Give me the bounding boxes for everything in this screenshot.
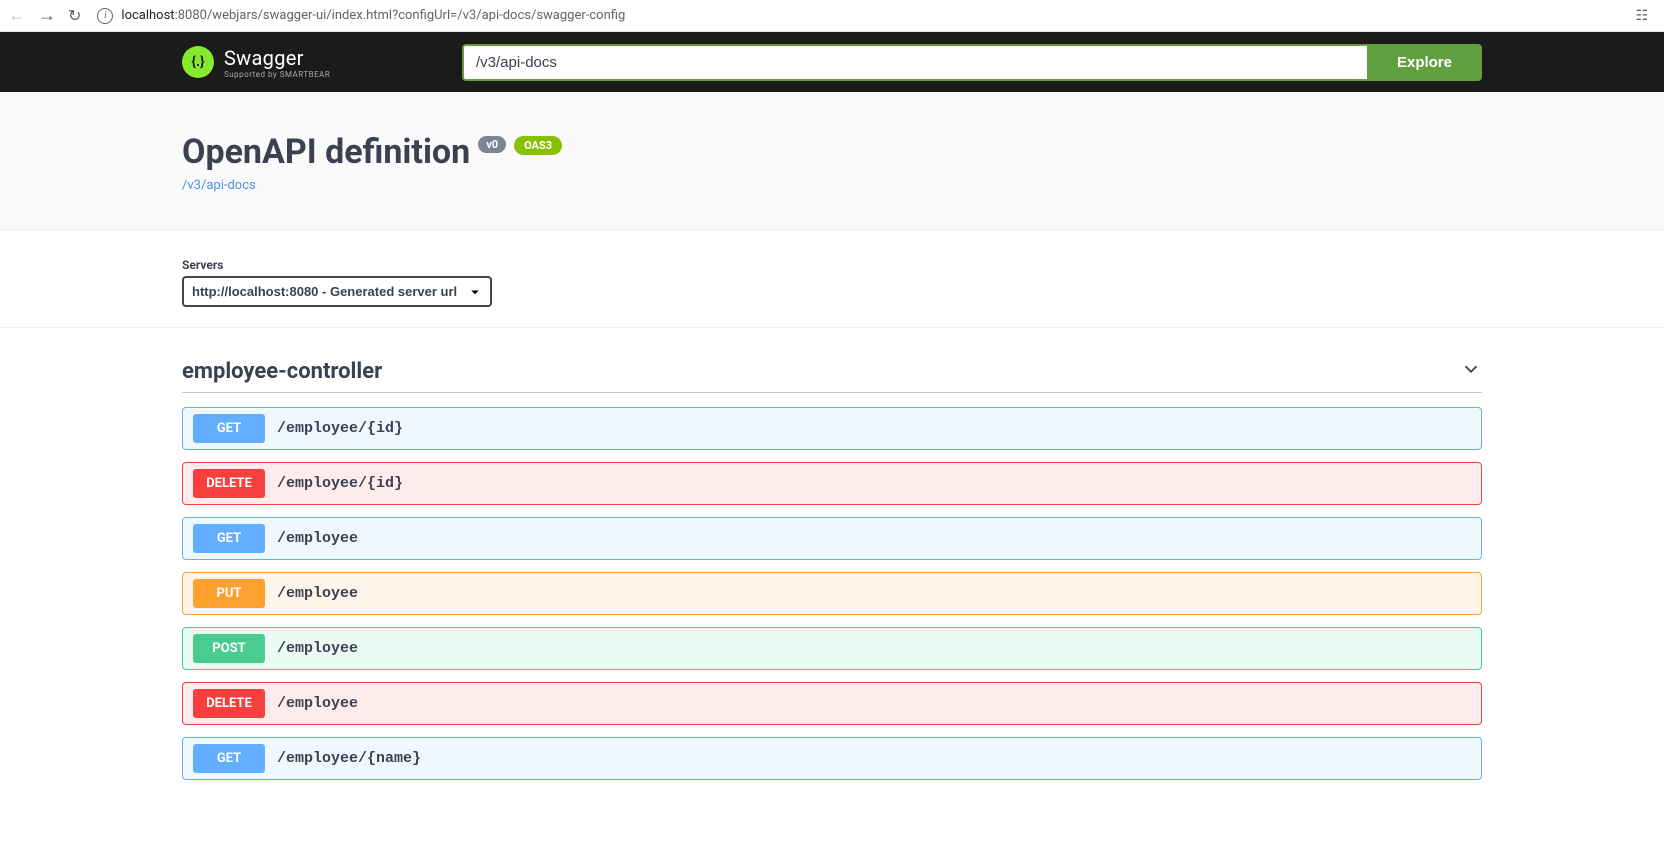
- servers-select[interactable]: http://localhost:8080 - Generated server…: [182, 276, 492, 307]
- servers-label: Servers: [182, 258, 1482, 272]
- url-host: localhost: [121, 8, 174, 23]
- operation-path: /employee: [277, 530, 358, 547]
- url-path: /webjars/swagger-ui/index.html?configUrl…: [207, 8, 625, 23]
- explore-button[interactable]: Explore: [1367, 44, 1482, 81]
- explore-input[interactable]: [462, 44, 1367, 81]
- tag-header[interactable]: employee-controller: [182, 358, 1482, 393]
- http-method-badge: GET: [193, 414, 265, 443]
- operation-path: /employee: [277, 585, 358, 602]
- http-method-badge: PUT: [193, 579, 265, 608]
- url-port: :8080: [175, 8, 207, 23]
- operation-row[interactable]: POST/employee: [182, 627, 1482, 670]
- logo-title: Swagger: [224, 46, 330, 70]
- chevron-down-icon: [1460, 358, 1482, 384]
- servers-section: Servers http://localhost:8080 - Generate…: [0, 230, 1664, 328]
- explore-form: Explore: [462, 44, 1482, 81]
- info-section: OpenAPI definition v0 OAS3 /v3/api-docs: [0, 92, 1664, 230]
- oas-badge: OAS3: [514, 136, 562, 155]
- operation-row[interactable]: DELETE/employee: [182, 682, 1482, 725]
- operation-path: /employee/{id}: [277, 475, 403, 492]
- swagger-logo[interactable]: {.} Swagger Supported by SMARTBEAR: [182, 46, 442, 79]
- operation-row[interactable]: GET/employee: [182, 517, 1482, 560]
- version-badge: v0: [478, 136, 506, 153]
- logo-subtitle: Supported by SMARTBEAR: [224, 70, 330, 79]
- api-docs-link[interactable]: /v3/api-docs: [182, 178, 256, 193]
- http-method-badge: GET: [193, 524, 265, 553]
- operation-row[interactable]: PUT/employee: [182, 572, 1482, 615]
- operation-path: /employee/{id}: [277, 420, 403, 437]
- http-method-badge: DELETE: [193, 469, 265, 498]
- back-button[interactable]: ←: [8, 5, 26, 26]
- tag-name: employee-controller: [182, 359, 382, 384]
- operations-section: employee-controller GET/employee/{id}DEL…: [0, 328, 1664, 832]
- swagger-topbar: {.} Swagger Supported by SMARTBEAR Explo…: [0, 32, 1664, 92]
- http-method-badge: GET: [193, 744, 265, 773]
- operation-path: /employee: [277, 640, 358, 657]
- address-bar[interactable]: i localhost:8080/webjars/swagger-ui/inde…: [93, 8, 1623, 24]
- http-method-badge: DELETE: [193, 689, 265, 718]
- operation-path: /employee: [277, 695, 358, 712]
- operations-list: GET/employee/{id}DELETE/employee/{id}GET…: [182, 407, 1482, 780]
- reload-button[interactable]: ↻: [68, 6, 81, 25]
- api-title: OpenAPI definition: [182, 132, 470, 172]
- site-info-icon[interactable]: i: [97, 8, 113, 24]
- swagger-logo-icon: {.}: [182, 46, 214, 78]
- http-method-badge: POST: [193, 634, 265, 663]
- browser-toolbar: ← → ↻ i localhost:8080/webjars/swagger-u…: [0, 0, 1664, 32]
- operation-row[interactable]: DELETE/employee/{id}: [182, 462, 1482, 505]
- translate-icon[interactable]: ☷: [1635, 8, 1656, 24]
- operation-row[interactable]: GET/employee/{name}: [182, 737, 1482, 780]
- forward-button[interactable]: →: [38, 5, 56, 26]
- operation-row[interactable]: GET/employee/{id}: [182, 407, 1482, 450]
- operation-path: /employee/{name}: [277, 750, 421, 767]
